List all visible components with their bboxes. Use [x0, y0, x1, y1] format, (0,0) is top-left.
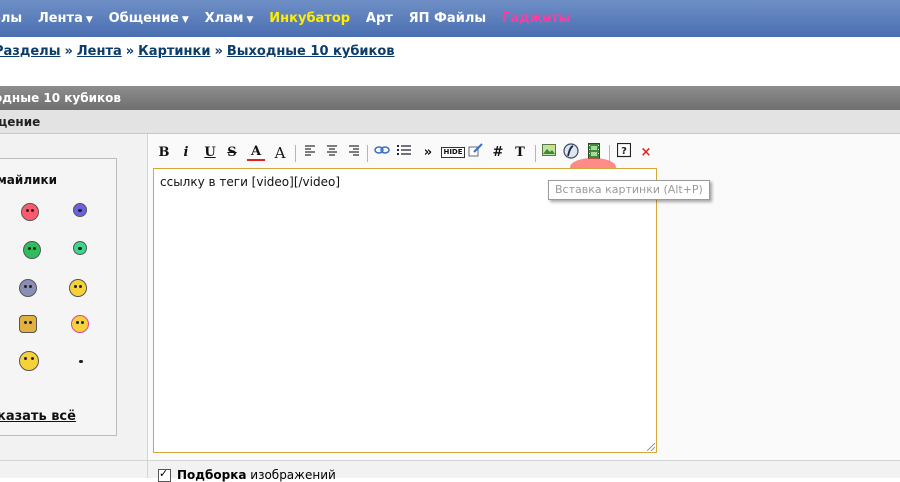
align-center-icon[interactable]: [323, 143, 341, 163]
topic-title: одные 10 кубиков: [0, 91, 122, 105]
smiley-yellow-wave-icon[interactable]: [69, 279, 87, 297]
nav-item-art[interactable]: Арт: [366, 11, 393, 26]
text-button[interactable]: T: [511, 143, 529, 163]
message-header-bar: щение: [0, 110, 900, 134]
chevron-down-icon: ▼: [181, 15, 189, 25]
help-icon[interactable]: ?: [615, 142, 633, 163]
smiley-cheer-icon[interactable]: [71, 315, 89, 333]
gallery-checkbox[interactable]: [158, 467, 171, 482]
close-button[interactable]: ×: [637, 143, 655, 163]
hide-button[interactable]: HIDE: [441, 143, 465, 163]
chevron-down-icon: ▼: [246, 15, 254, 25]
toolbar-separator: [535, 145, 536, 162]
breadcrumb: Разделы» Лента» Картинки» Выходные 10 кубик…: [0, 44, 395, 59]
svg-text:?: ?: [621, 146, 627, 157]
underline-button[interactable]: U: [201, 143, 219, 163]
bold-button[interactable]: B: [155, 143, 173, 163]
gallery-label-rest: изображений: [250, 468, 336, 482]
nav-item-feed[interactable]: Лента ▼: [38, 11, 93, 26]
breadcrumb-topic[interactable]: Выходные 10 кубиков: [227, 44, 395, 59]
smiley-grey-icon[interactable]: [19, 279, 37, 297]
smileys-title: майлики: [0, 173, 58, 187]
edit-pen-icon[interactable]: [467, 143, 485, 163]
breadcrumb-separator: »: [214, 44, 223, 59]
smileys-panel: майлики казать всё: [0, 158, 117, 436]
breadcrumb-sections[interactable]: Разделы: [0, 44, 60, 59]
image-icon[interactable]: [540, 143, 558, 163]
nav-item-incubator[interactable]: Инкубатор: [269, 11, 350, 26]
show-all-smileys-link[interactable]: казать всё: [0, 409, 76, 424]
smiley-star-icon[interactable]: [75, 355, 87, 367]
top-nav: елы Лента▼ Общение▼ Хлам▼ Инкубатор Арт …: [0, 0, 900, 37]
toolbar-separator: [609, 145, 610, 162]
smiley-green-gun-icon[interactable]: [23, 241, 41, 259]
smiley-blue-icon[interactable]: [73, 203, 87, 217]
smiley-clap-icon[interactable]: [19, 315, 37, 333]
italic-button[interactable]: i: [177, 143, 195, 163]
toolbar-tooltip: Вставка картинки (Alt+P): [548, 180, 710, 200]
hide-label: HIDE: [441, 147, 465, 158]
breadcrumb-pictures[interactable]: Картинки: [138, 44, 210, 59]
smiley-laugh-icon[interactable]: [19, 351, 39, 371]
nav-item-files[interactable]: ЯП Файлы: [409, 11, 486, 26]
nav-item-gadgets[interactable]: Гаджеты: [502, 11, 571, 26]
resize-handle-icon[interactable]: [647, 443, 655, 451]
breadcrumb-feed[interactable]: Лента: [77, 44, 122, 59]
message-header: щение: [0, 115, 41, 129]
breadcrumb-separator: »: [125, 44, 135, 59]
nav-item-junk[interactable]: Хлам ▼: [205, 11, 254, 26]
text-color-button[interactable]: A: [247, 143, 265, 161]
strike-button[interactable]: S: [223, 143, 241, 163]
topic-title-bar: одные 10 кубиков: [0, 86, 900, 110]
gallery-option: Подборка изображений: [158, 467, 336, 482]
align-left-icon[interactable]: [301, 143, 319, 163]
toolbar-separator: [295, 145, 296, 162]
link-icon[interactable]: [373, 143, 391, 163]
list-icon[interactable]: [395, 143, 413, 163]
gallery-label-bold: Подборка: [177, 468, 247, 482]
smiley-green-icon[interactable]: [73, 241, 87, 255]
breadcrumb-separator: »: [64, 44, 73, 59]
row-divider: [0, 460, 900, 461]
chevron-down-icon: ▼: [85, 15, 93, 25]
nav-item-communication[interactable]: Общение ▼: [109, 11, 189, 26]
font-size-button[interactable]: A: [271, 143, 289, 163]
message-textarea[interactable]: ссылку в теги [video][/video]: [153, 168, 657, 453]
smiley-love-icon[interactable]: [21, 203, 39, 221]
align-right-icon[interactable]: [345, 143, 363, 163]
column-divider: [147, 134, 148, 478]
quote-icon[interactable]: »: [419, 143, 437, 163]
hash-button[interactable]: #: [489, 143, 507, 163]
message-text: ссылку в теги [video][/video]: [160, 175, 341, 189]
toolbar-separator: [367, 145, 368, 162]
top-nav-items: елы Лента▼ Общение▼ Хлам▼ Инкубатор Арт …: [0, 11, 583, 26]
nav-item-sections[interactable]: елы: [0, 11, 22, 26]
